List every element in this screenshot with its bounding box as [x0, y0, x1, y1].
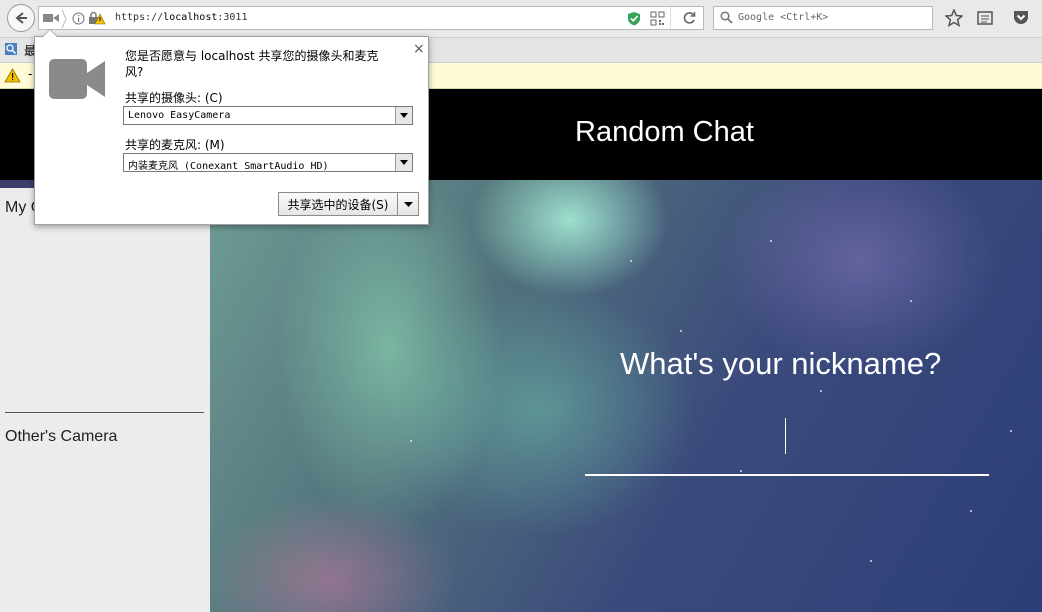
- browser-toolbar: https://localhost:3011 Google <Ctrl+K>: [0, 0, 1042, 38]
- warning-icon: [4, 68, 21, 83]
- chevron-down-icon[interactable]: [395, 107, 412, 124]
- bookmark-folder-icon[interactable]: [4, 42, 18, 56]
- url-scheme: https://: [115, 12, 164, 23]
- search-bar[interactable]: Google <Ctrl+K>: [713, 6, 933, 30]
- camera-divider: [5, 412, 204, 413]
- bookmark-star-icon[interactable]: [945, 9, 963, 27]
- camera-permission-icon[interactable]: [43, 12, 59, 24]
- search-placeholder: Google <Ctrl+K>: [738, 12, 829, 23]
- url-port: :3011: [217, 12, 248, 23]
- reload-icon[interactable]: [682, 11, 696, 25]
- shield-check-icon[interactable]: [627, 11, 641, 26]
- url-text: https://localhost:3011: [115, 12, 247, 23]
- sidebar-strip: [0, 180, 35, 188]
- nickname-question: What's your nickname?: [620, 346, 942, 381]
- aurora-background: [210, 180, 1042, 612]
- share-devices-button[interactable]: 共享选中的设备(S): [278, 192, 398, 216]
- permission-message: 您是否愿意与 localhost 共享您的摄像头和麦克风?: [125, 49, 379, 79]
- chevron-down-icon[interactable]: [395, 154, 412, 171]
- camera-select-value: Lenovo EasyCamera: [128, 110, 231, 121]
- camera-icon: [49, 57, 107, 105]
- mic-select-label: 共享的麦克风: (M): [125, 138, 225, 152]
- reading-list-icon[interactable]: [977, 10, 993, 26]
- info-icon[interactable]: [72, 12, 85, 25]
- camera-sidebar: [0, 180, 210, 612]
- back-arrow-icon: [15, 12, 27, 24]
- lock-warning-icon[interactable]: [88, 11, 106, 25]
- share-dropdown-button[interactable]: [398, 192, 419, 216]
- nickname-input[interactable]: [585, 402, 989, 476]
- text-caret: [785, 418, 786, 454]
- search-icon: [720, 11, 733, 24]
- camera-select-label: 共享的摄像头: (C): [125, 91, 223, 105]
- others-camera-label: Other's Camera: [5, 428, 118, 445]
- mic-select-value: 内装麦克风 (Conexant SmartAudio HD): [128, 161, 329, 172]
- chevron-right-icon: [61, 9, 67, 29]
- camera-select[interactable]: Lenovo EasyCamera: [123, 106, 413, 125]
- url-host: localhost: [163, 12, 218, 23]
- site-title: Random Chat: [575, 116, 754, 148]
- qr-code-icon[interactable]: [650, 11, 665, 26]
- chevron-down-icon: [403, 201, 413, 207]
- pocket-icon[interactable]: [1012, 9, 1030, 26]
- close-icon[interactable]: ×: [413, 41, 425, 57]
- notification-text: -: [28, 67, 33, 81]
- media-permission-popup: × 您是否愿意与 localhost 共享您的摄像头和麦克风? 共享的摄像头: …: [34, 36, 429, 225]
- popup-arrow-inner: [43, 30, 57, 37]
- back-button[interactable]: [7, 4, 35, 32]
- mic-select[interactable]: 内装麦克风 (Conexant SmartAudio HD): [123, 153, 413, 172]
- url-bar[interactable]: https://localhost:3011: [38, 6, 704, 30]
